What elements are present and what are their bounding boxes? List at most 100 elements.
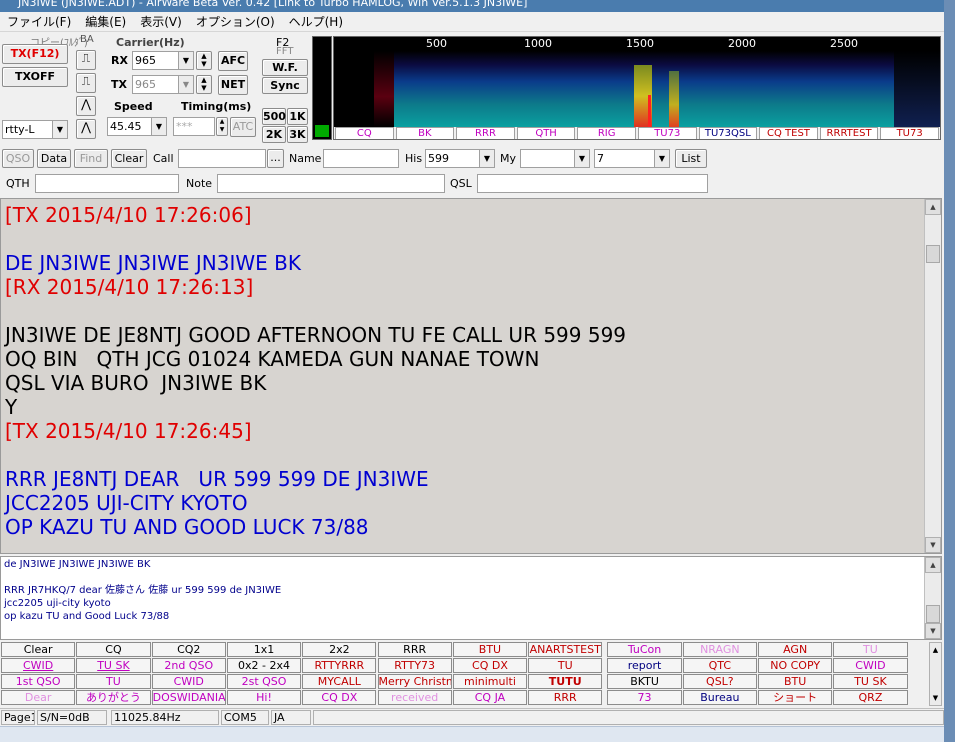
scroll-down-icon[interactable]: ▼ <box>925 537 941 553</box>
note-input[interactable] <box>217 174 445 193</box>
menu-options[interactable]: オプション(O) <box>189 12 282 32</box>
wf-macro-button[interactable]: RRR <box>456 127 515 139</box>
timing-input[interactable]: *** <box>173 117 215 136</box>
macro-button[interactable]: CWID <box>1 658 76 673</box>
menu-help[interactable]: ヘルプ(H) <box>282 12 350 32</box>
filter-medium-icon[interactable]: ⎍ <box>76 73 96 93</box>
menu-view[interactable]: 表示(V) <box>133 12 189 32</box>
qso-button[interactable]: QSO <box>2 149 34 168</box>
scroll-up-icon[interactable]: ▲ <box>925 557 941 573</box>
macro-button[interactable]: report <box>607 658 682 673</box>
tx-carrier-select[interactable]: 965 ▼ <box>132 75 194 94</box>
macro-button[interactable]: RTTYRRR <box>302 658 377 673</box>
scroll-up-icon[interactable]: ▲ <box>930 643 941 657</box>
list-button[interactable]: List <box>675 149 707 168</box>
his-rst-select[interactable]: 599 ▼ <box>425 149 495 168</box>
scroll-up-icon[interactable]: ▲ <box>925 199 941 215</box>
call-input[interactable] <box>178 149 266 168</box>
wf-macro-button[interactable]: QTH <box>516 127 576 139</box>
atc-button[interactable]: ATC <box>230 117 256 137</box>
filter-narrow-icon[interactable]: ⋀ <box>76 96 96 116</box>
bw-1k-button[interactable]: 1K <box>287 108 308 125</box>
filter-wide-icon[interactable]: ⎍ <box>76 50 96 70</box>
scroll-down-icon[interactable]: ▼ <box>925 623 941 639</box>
macro-button[interactable]: CQ JA <box>452 690 528 705</box>
macro-button[interactable]: DOSWIDANIA <box>151 690 226 705</box>
wf-macro-button[interactable]: TU73 <box>637 127 697 139</box>
waterfall-button[interactable]: W.F. <box>262 59 308 76</box>
timing-spin-button[interactable]: ▲ ▼ <box>216 117 228 136</box>
macro-button[interactable]: CQ DX <box>452 658 528 673</box>
macro-button[interactable]: CQ <box>76 642 151 657</box>
macro-button[interactable]: CWID <box>151 674 226 689</box>
macro-button[interactable]: NRAGN <box>682 642 757 657</box>
macro-button[interactable]: QRZ <box>833 690 908 705</box>
band-select[interactable]: 7 ▼ <box>594 149 670 168</box>
macro-button[interactable]: BKTU <box>607 674 682 689</box>
net-button[interactable]: NET <box>218 75 248 95</box>
macro-button[interactable]: TU SK <box>76 658 151 673</box>
wf-macro-button[interactable]: CQ <box>335 127 394 139</box>
macro-button[interactable]: QTC <box>682 658 757 673</box>
macro-button[interactable]: 2nd QSO <box>151 658 226 673</box>
macro-button[interactable]: Bureau <box>682 690 757 705</box>
macro-button[interactable]: ANARTSTEST <box>528 642 603 657</box>
macro-button[interactable]: Merry Christmas <box>377 674 452 689</box>
macro-button[interactable]: ありがとう <box>76 690 151 705</box>
menu-file[interactable]: ファイル(F) <box>0 12 78 32</box>
macro-button[interactable]: Clear <box>1 642 76 657</box>
txoff-button[interactable]: TXOFF <box>2 67 68 87</box>
bw-2k-button[interactable]: 2K <box>262 126 286 143</box>
bw-500-button[interactable]: 500 <box>262 108 286 125</box>
macro-button[interactable]: MYCALL <box>302 674 377 689</box>
macro-button[interactable]: 2x2 <box>302 642 377 657</box>
macro-button[interactable]: Dear <box>1 690 76 705</box>
macro-button[interactable]: TUTU <box>528 674 603 689</box>
wf-macro-button[interactable]: BK <box>395 127 455 139</box>
speed-select[interactable]: 45.45 ▼ <box>107 117 167 136</box>
wf-macro-button[interactable]: RIG <box>577 127 636 139</box>
macro-button[interactable]: Hi! <box>226 690 302 705</box>
macro-button[interactable]: 2st QSO <box>226 674 302 689</box>
tx-spin-button[interactable]: ▲ ▼ <box>196 75 212 94</box>
macro-button[interactable]: 73 <box>607 690 682 705</box>
waterfall-display[interactable]: 500 1000 1500 2000 2500 CQ BK RRR QTH RI… <box>333 36 941 140</box>
qsl-input[interactable] <box>477 174 708 193</box>
wf-macro-button[interactable]: CQ TEST <box>759 127 818 139</box>
macro-button[interactable]: TU <box>833 642 908 657</box>
macro-button[interactable]: BTU <box>758 674 833 689</box>
menu-edit[interactable]: 編集(E) <box>78 12 133 32</box>
macro-button[interactable]: TU <box>528 658 603 673</box>
rx-carrier-select[interactable]: 965 ▼ <box>132 51 194 70</box>
wf-macro-button[interactable]: TU73 <box>880 127 939 139</box>
macro-button[interactable]: CWID <box>833 658 908 673</box>
macro-button[interactable]: TuCon <box>607 642 682 657</box>
find-button[interactable]: Find <box>74 149 108 168</box>
macro-button[interactable]: CQ DX <box>302 690 377 705</box>
sync-button[interactable]: Sync <box>262 77 308 94</box>
macro-button[interactable]: ショート <box>758 690 833 705</box>
macro-button[interactable]: QSL? <box>682 674 757 689</box>
call-lookup-button[interactable]: ... <box>267 149 284 168</box>
rx-scrollbar[interactable]: ▲ ▼ <box>924 199 941 553</box>
macro-button[interactable]: RRR <box>528 690 603 705</box>
macro-button[interactable]: RTTY73 <box>377 658 452 673</box>
tx-scrollbar[interactable]: ▲ ▼ <box>924 557 941 639</box>
qth-input[interactable] <box>35 174 179 193</box>
macro-scrollbar[interactable]: ▲ ▼ <box>929 642 942 706</box>
macro-button[interactable]: TU <box>76 674 151 689</box>
wf-macro-button[interactable]: RRRTEST <box>819 127 879 139</box>
my-rst-select[interactable]: ▼ <box>520 149 590 168</box>
receive-text-panel[interactable]: [TX 2015/4/10 17:26:06] DE JN3IWE JN3IWE … <box>0 198 942 554</box>
wf-macro-button[interactable]: TU73QSL <box>698 127 758 139</box>
scroll-thumb[interactable] <box>926 605 940 623</box>
tx-button[interactable]: TX(F12) <box>2 44 68 64</box>
macro-button[interactable]: AGN <box>758 642 833 657</box>
name-input[interactable] <box>323 149 399 168</box>
macro-button[interactable]: 1x1 <box>226 642 302 657</box>
macro-button[interactable]: CQ2 <box>151 642 226 657</box>
macro-button[interactable]: received <box>377 690 452 705</box>
clear-log-button[interactable]: Clear <box>111 149 147 168</box>
macro-button[interactable]: RRR <box>377 642 452 657</box>
data-button[interactable]: Data <box>37 149 71 168</box>
